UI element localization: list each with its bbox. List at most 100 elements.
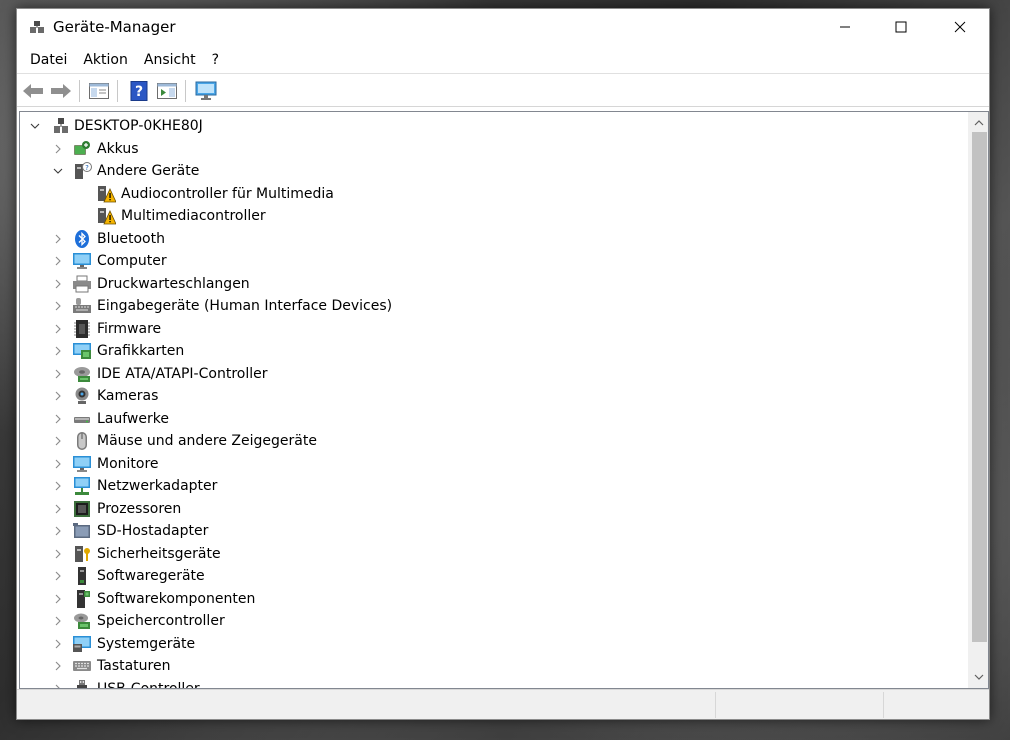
tree-item[interactable]: Mäuse und andere Zeigegeräte: [20, 430, 960, 452]
tree-item[interactable]: SD-Hostadapter: [20, 520, 960, 542]
scroll-up-button[interactable]: [969, 114, 988, 132]
tree-item[interactable]: Kameras: [20, 385, 960, 407]
tree-item-label: Mäuse und andere Zeigegeräte: [97, 433, 317, 449]
show-hide-console-tree-button[interactable]: [87, 80, 111, 102]
chevron-right-icon[interactable]: [52, 615, 64, 627]
chevron-right-icon[interactable]: [52, 323, 64, 335]
monitor-icon: [72, 454, 92, 474]
scan-hardware-button[interactable]: [194, 80, 218, 102]
chevron-down-icon[interactable]: [29, 120, 41, 132]
tree-item-label: Systemgeräte: [97, 635, 196, 652]
device-manager-window: Geräte-Manager Datei Aktion Ansicht ? ?: [16, 8, 990, 720]
help-icon: ?: [130, 81, 148, 101]
bluetooth-icon: [72, 229, 92, 249]
show-action-pane-button[interactable]: [155, 80, 179, 102]
ide-controller-icon: [72, 364, 92, 384]
vertical-scrollbar[interactable]: [968, 112, 988, 688]
chevron-down-icon[interactable]: [52, 165, 64, 177]
console-tree-icon: [89, 83, 109, 99]
tree-item[interactable]: Netzwerkadapter: [20, 475, 960, 497]
mouse-icon: [72, 431, 92, 451]
menu-aktion[interactable]: Aktion: [75, 47, 136, 73]
chevron-right-icon[interactable]: [52, 300, 64, 312]
svg-text:?: ?: [135, 84, 143, 100]
scrollbar-thumb[interactable]: [972, 132, 987, 642]
tree-item-label: Softwaregeräte: [97, 568, 205, 584]
help-button[interactable]: ?: [127, 80, 151, 102]
chevron-right-icon[interactable]: [52, 458, 64, 470]
tree-item[interactable]: Sicherheitsgeräte: [20, 543, 960, 565]
device-tree-view[interactable]: DESKTOP-0KHE80J Akkus? Andere Geräte Audioc…: [19, 111, 989, 689]
tree-root-item[interactable]: DESKTOP-0KHE80J: [20, 115, 960, 137]
tree-item-label: Bluetooth: [97, 230, 165, 247]
forward-button[interactable]: [49, 80, 73, 102]
tree-item[interactable]: IDE ATA/ATAPI-Controller: [20, 363, 960, 385]
security-device-icon: [72, 544, 92, 564]
tree-item-label: IDE ATA/ATAPI-Controller: [97, 365, 268, 382]
chevron-right-icon[interactable]: [52, 255, 64, 267]
chevron-right-icon[interactable]: [52, 345, 64, 357]
tree-item[interactable]: Systemgeräte: [20, 633, 960, 655]
chevron-right-icon[interactable]: [52, 570, 64, 582]
close-button[interactable]: [937, 9, 983, 45]
sd-host-icon: [72, 521, 92, 541]
chevron-right-icon[interactable]: [52, 278, 64, 290]
chevron-right-icon[interactable]: [52, 593, 64, 605]
keyboard-icon: [72, 656, 92, 676]
tree-item-label: Audiocontroller für Multimedia: [121, 185, 334, 202]
chevron-right-icon[interactable]: [52, 683, 64, 688]
tree-item[interactable]: Softwaregeräte: [20, 565, 960, 587]
tree-item[interactable]: Tastaturen: [20, 655, 960, 677]
title-bar[interactable]: Geräte-Manager: [17, 9, 989, 45]
chevron-right-icon[interactable]: [52, 480, 64, 492]
software-component-icon: [72, 589, 92, 609]
menu-ansicht[interactable]: Ansicht: [136, 47, 204, 73]
tree-item[interactable]: Bluetooth: [20, 228, 960, 250]
system-device-icon: [72, 634, 92, 654]
warning-device-icon: [96, 184, 117, 204]
chevron-right-icon[interactable]: [52, 143, 64, 155]
tree-child-item[interactable]: Multimediacontroller: [20, 205, 960, 227]
computer-root-icon: [51, 116, 71, 136]
tree-item[interactable]: Softwarekomponenten: [20, 588, 960, 610]
chevron-right-icon[interactable]: [52, 525, 64, 537]
scroll-down-button[interactable]: [969, 668, 988, 686]
toolbar-separator: [185, 80, 186, 102]
chevron-right-icon[interactable]: [52, 435, 64, 447]
chevron-right-icon[interactable]: [52, 548, 64, 560]
tree-item[interactable]: Akkus: [20, 138, 960, 160]
tree-item[interactable]: USB-Controller: [20, 678, 960, 688]
toolbar-separator: [117, 80, 118, 102]
tree-item-label: Kameras: [97, 388, 159, 404]
software-device-icon: [72, 566, 92, 586]
status-separator: [715, 692, 716, 718]
chevron-right-icon[interactable]: [52, 503, 64, 515]
menu-datei[interactable]: Datei: [22, 47, 75, 73]
chevron-right-icon[interactable]: [52, 390, 64, 402]
action-pane-icon: [157, 83, 177, 99]
tree-item[interactable]: Computer: [20, 250, 960, 272]
tree-item[interactable]: Grafikkarten: [20, 340, 960, 362]
tree-item[interactable]: ? Andere Geräte: [20, 160, 960, 182]
chevron-right-icon[interactable]: [52, 233, 64, 245]
chevron-right-icon[interactable]: [52, 413, 64, 425]
tree-item[interactable]: Speichercontroller: [20, 610, 960, 632]
tree-item[interactable]: Druckwarteschlangen: [20, 273, 960, 295]
tree-item[interactable]: Monitore: [20, 453, 960, 475]
tree-item-label: Druckwarteschlangen: [97, 275, 250, 292]
back-button[interactable]: [21, 80, 45, 102]
minimize-button[interactable]: [822, 9, 868, 45]
tree-item[interactable]: Prozessoren: [20, 498, 960, 520]
maximize-button[interactable]: [878, 9, 924, 45]
tree-item[interactable]: Firmware: [20, 318, 960, 340]
tree-child-item[interactable]: Audiocontroller für Multimedia: [20, 183, 960, 205]
tree-item-label: Tastaturen: [97, 658, 171, 674]
chevron-right-icon[interactable]: [52, 638, 64, 650]
menu-help[interactable]: ?: [204, 47, 227, 73]
chevron-right-icon[interactable]: [52, 660, 64, 672]
chevron-right-icon[interactable]: [52, 368, 64, 380]
tree-item[interactable]: Laufwerke: [20, 408, 960, 430]
tree-item[interactable]: Eingabegeräte (Human Interface Devices): [20, 295, 960, 317]
display-adapter-icon: [72, 341, 92, 361]
tree-item-label: DESKTOP-0KHE80J: [74, 118, 203, 134]
